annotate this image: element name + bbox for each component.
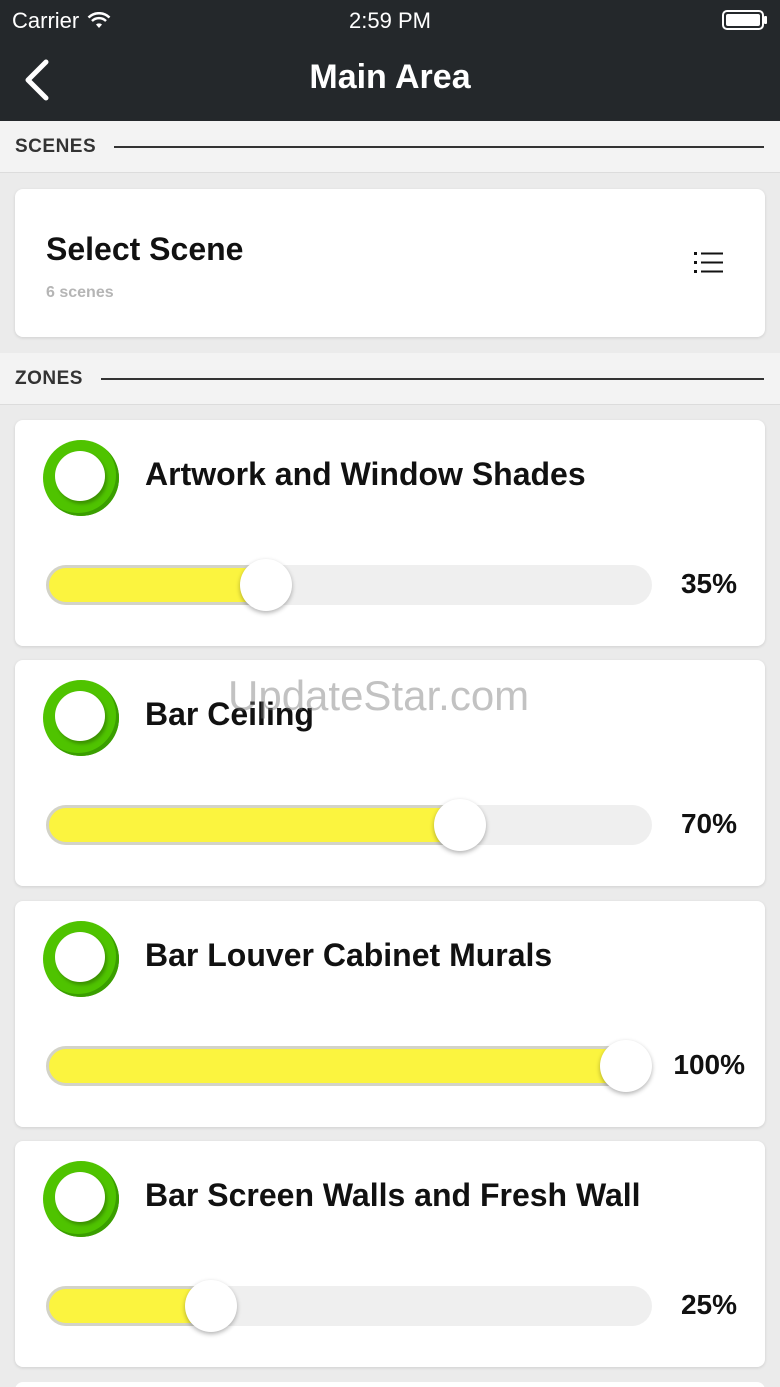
zone-name: Artwork and Window Shades — [145, 456, 586, 492]
zone-power-toggle[interactable] — [43, 921, 119, 997]
zones-section-header: ZONES — [0, 353, 780, 405]
dimmer-slider[interactable] — [46, 1040, 652, 1092]
zone-power-toggle[interactable] — [43, 440, 119, 516]
toggle-knob — [55, 932, 105, 982]
next-zone-card-peek — [15, 1382, 765, 1387]
zone-name: Bar Louver Cabinet Murals — [145, 937, 553, 973]
select-scene-card[interactable]: Select Scene 6 scenes — [15, 189, 765, 337]
zone-card: Bar Louver Cabinet Murals 100% — [15, 901, 765, 1127]
dimmer-slider[interactable] — [46, 1280, 652, 1332]
section-divider — [100, 377, 764, 380]
scenes-section-label: SCENES — [15, 135, 97, 157]
zone-power-toggle[interactable] — [43, 680, 119, 756]
section-divider — [114, 145, 764, 148]
level-label: 70% — [680, 808, 737, 839]
slider-fill — [46, 1046, 630, 1086]
nav-bar: Main Area — [0, 40, 780, 121]
toggle-knob — [55, 1172, 105, 1222]
zone-card: Bar Screen Walls and Fresh Wall 25% — [15, 1141, 765, 1367]
watermark: UpdateStar.com — [228, 672, 530, 719]
zone-power-toggle[interactable] — [43, 1161, 119, 1237]
zones-section-label: ZONES — [15, 367, 83, 389]
dimmer-slider[interactable] — [46, 799, 652, 851]
slider-fill — [46, 805, 464, 845]
slider-thumb[interactable] — [434, 799, 486, 851]
zone-card: Artwork and Window Shades 35% — [15, 420, 765, 646]
level-label: 100% — [673, 1049, 745, 1080]
slider-thumb[interactable] — [600, 1040, 652, 1092]
battery-icon — [722, 10, 767, 30]
page-title: Main Area — [309, 58, 471, 96]
list-icon[interactable] — [693, 249, 725, 277]
level-label: 35% — [680, 568, 737, 599]
toggle-knob — [55, 691, 105, 741]
scenes-section-header: SCENES — [0, 121, 780, 173]
slider-thumb[interactable] — [240, 559, 292, 611]
slider-thumb[interactable] — [185, 1280, 237, 1332]
scene-count: 6 scenes — [46, 284, 114, 301]
clock: 2:59 PM — [349, 8, 431, 33]
top-bar: Carrier 2:59 PM Main Area — [0, 0, 780, 121]
zone-name: Bar Screen Walls and Fresh Wall — [145, 1177, 641, 1213]
status-bar: Carrier 2:59 PM — [0, 0, 780, 40]
dimmer-slider[interactable] — [46, 559, 652, 611]
toggle-knob — [55, 451, 105, 501]
slider-fill — [46, 565, 270, 605]
scene-card-title: Select Scene — [46, 231, 244, 267]
level-label: 25% — [680, 1289, 737, 1320]
